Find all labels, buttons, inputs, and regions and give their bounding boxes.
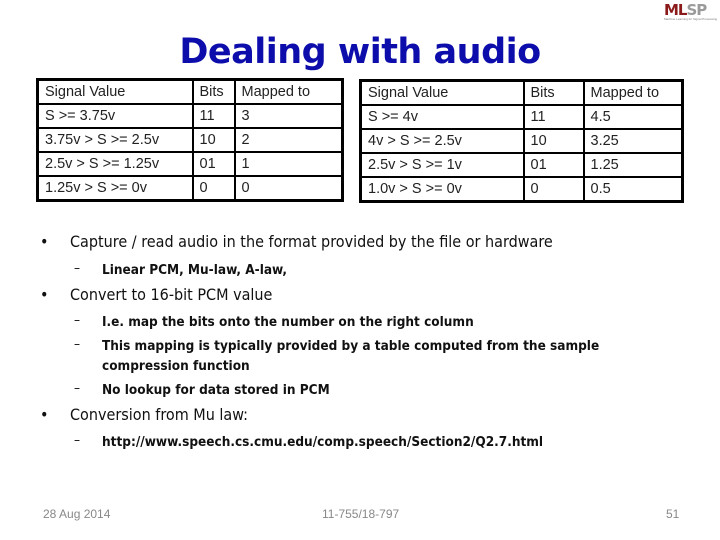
mlsp-logo: MLSP Machine Learning for Signal Process… bbox=[664, 3, 718, 23]
table-row: 4v > S >= 2.5v 10 3.25 bbox=[359, 128, 684, 154]
header-signal-value: Signal Value bbox=[359, 79, 525, 106]
cell-mapped: 0 bbox=[233, 175, 344, 202]
table-row: 2.5v > S >= 1.25v 01 1 bbox=[36, 151, 344, 177]
cell-bits: 01 bbox=[522, 152, 585, 178]
table-row: S >= 3.75v 11 3 bbox=[36, 103, 344, 129]
dash-icon: – bbox=[74, 312, 81, 328]
cell-mapped: 3.25 bbox=[582, 128, 684, 154]
cell-mapped: 3 bbox=[233, 103, 344, 129]
bullet-text: Conversion from Mu law: bbox=[70, 405, 248, 424]
footer-page-number: 51 bbox=[666, 507, 680, 521]
dash-icon: – bbox=[74, 380, 81, 396]
cell-mapped: 2 bbox=[233, 127, 344, 153]
header-mapped-to: Mapped to bbox=[233, 78, 344, 105]
slide-title: Dealing with audio bbox=[179, 32, 541, 72]
dash-icon: – bbox=[74, 432, 81, 448]
logo-tagline: Machine Learning for Signal Processing bbox=[664, 17, 718, 21]
header-mapped-to: Mapped to bbox=[582, 79, 684, 106]
table-header-row: Signal Value Bits Mapped to bbox=[359, 79, 684, 106]
header-bits: Bits bbox=[191, 78, 236, 105]
cell-bits: 10 bbox=[191, 127, 236, 153]
table-row: 1.25v > S >= 0v 0 0 bbox=[36, 175, 344, 202]
bullet-text: Convert to 16-bit PCM value bbox=[70, 285, 273, 304]
signal-table-right: Signal Value Bits Mapped to S >= 4v 11 4… bbox=[359, 79, 684, 203]
cell-signal: 2.5v > S >= 1.25v bbox=[36, 151, 194, 177]
cell-bits: 11 bbox=[191, 103, 236, 129]
table-header-row: Signal Value Bits Mapped to bbox=[36, 78, 344, 105]
bullet-icon: • bbox=[40, 285, 49, 304]
cell-signal: 3.75v > S >= 2.5v bbox=[36, 127, 194, 153]
header-bits: Bits bbox=[522, 79, 585, 106]
cell-signal: 2.5v > S >= 1v bbox=[359, 152, 525, 178]
bullet-icon: • bbox=[40, 405, 49, 424]
sub-bullet-text: I.e. map the bits onto the number on the… bbox=[102, 314, 474, 330]
cell-bits: 0 bbox=[522, 176, 585, 203]
signal-table-left: Signal Value Bits Mapped to S >= 3.75v 1… bbox=[36, 78, 344, 202]
table-row: 3.75v > S >= 2.5v 10 2 bbox=[36, 127, 344, 153]
cell-signal: 4v > S >= 2.5v bbox=[359, 128, 525, 154]
cell-mapped: 0.5 bbox=[582, 176, 684, 203]
cell-mapped: 1.25 bbox=[582, 152, 684, 178]
table-row: S >= 4v 11 4.5 bbox=[359, 104, 684, 130]
cell-mapped: 4.5 bbox=[582, 104, 684, 130]
bullet-text: Capture / read audio in the format provi… bbox=[70, 232, 553, 251]
sub-bullet-text: Linear PCM, Mu-law, A-law, bbox=[102, 262, 288, 278]
cell-bits: 11 bbox=[522, 104, 585, 130]
cell-signal: S >= 4v bbox=[359, 104, 525, 130]
mu-law-link[interactable]: http://www.speech.cs.cmu.edu/comp.speech… bbox=[102, 432, 543, 452]
cell-bits: 01 bbox=[191, 151, 236, 177]
table-row: 1.0v > S >= 0v 0 0.5 bbox=[359, 176, 684, 203]
dash-icon: – bbox=[74, 260, 81, 276]
cell-bits: 0 bbox=[191, 175, 236, 202]
cell-signal: S >= 3.75v bbox=[36, 103, 194, 129]
footer-course: 11-755/18-797 bbox=[322, 507, 400, 521]
header-signal-value: Signal Value bbox=[36, 78, 194, 105]
cell-signal: 1.25v > S >= 0v bbox=[36, 175, 194, 202]
cell-bits: 10 bbox=[522, 128, 585, 154]
bullet-icon: • bbox=[40, 232, 49, 251]
dash-icon: – bbox=[74, 336, 81, 352]
cell-signal: 1.0v > S >= 0v bbox=[359, 176, 525, 203]
cell-mapped: 1 bbox=[233, 151, 344, 177]
sub-bullet-text: This mapping is typically provided by a … bbox=[102, 338, 600, 374]
table-row: 2.5v > S >= 1v 01 1.25 bbox=[359, 152, 684, 178]
sub-bullet-text: No lookup for data stored in PCM bbox=[102, 382, 330, 398]
footer-date: 28 Aug 2014 bbox=[43, 507, 111, 521]
